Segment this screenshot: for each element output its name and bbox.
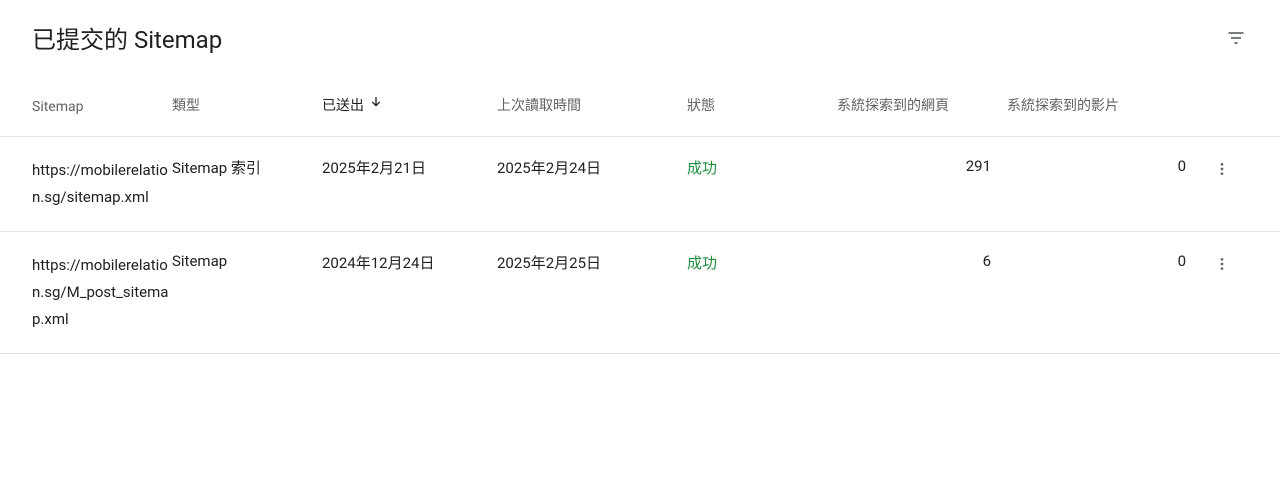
cell-sitemap: https://mobilerelation.sg/M_post_sitemap… bbox=[32, 252, 172, 333]
table-header: Sitemap 類型 已送出 上次讀取時間 狀態 系統探索到的網頁 系統探索到的… bbox=[0, 79, 1280, 137]
column-header-videos[interactable]: 系統探索到的影片 bbox=[1007, 95, 1202, 120]
cell-videos: 0 bbox=[1007, 157, 1202, 175]
cell-sitemap: https://mobilerelation.sg/sitemap.xml bbox=[32, 157, 172, 211]
page-header: 已提交的 Sitemap bbox=[0, 0, 1280, 79]
column-header-status[interactable]: 狀態 bbox=[687, 95, 837, 120]
column-header-type[interactable]: 類型 bbox=[172, 95, 322, 120]
cell-type: Sitemap bbox=[172, 252, 322, 270]
cell-type: Sitemap 索引 bbox=[172, 157, 322, 178]
cell-status: 成功 bbox=[687, 252, 837, 273]
column-header-sitemap[interactable]: Sitemap bbox=[32, 95, 172, 120]
cell-videos: 0 bbox=[1007, 252, 1202, 270]
cell-lastread: 2025年2月25日 bbox=[497, 252, 687, 273]
filter-icon[interactable] bbox=[1224, 26, 1248, 50]
more-actions-icon[interactable] bbox=[1210, 157, 1234, 185]
column-header-submitted[interactable]: 已送出 bbox=[322, 95, 497, 120]
table-row[interactable]: https://mobilerelation.sg/M_post_sitemap… bbox=[0, 232, 1280, 354]
cell-submitted: 2025年2月21日 bbox=[322, 157, 497, 178]
sort-arrow-down-icon bbox=[368, 95, 384, 115]
column-header-lastread[interactable]: 上次讀取時間 bbox=[497, 95, 687, 120]
cell-pages: 6 bbox=[837, 252, 1007, 270]
page-title: 已提交的 Sitemap bbox=[32, 20, 222, 55]
cell-submitted: 2024年12月24日 bbox=[322, 252, 497, 273]
cell-pages: 291 bbox=[837, 157, 1007, 175]
column-header-submitted-label: 已送出 bbox=[322, 95, 364, 115]
column-header-actions bbox=[1202, 95, 1242, 120]
more-actions-icon[interactable] bbox=[1210, 252, 1234, 280]
sitemap-table: Sitemap 類型 已送出 上次讀取時間 狀態 系統探索到的網頁 系統探索到的… bbox=[0, 79, 1280, 354]
table-row[interactable]: https://mobilerelation.sg/sitemap.xml Si… bbox=[0, 137, 1280, 232]
cell-lastread: 2025年2月24日 bbox=[497, 157, 687, 178]
cell-status: 成功 bbox=[687, 157, 837, 178]
column-header-pages[interactable]: 系統探索到的網頁 bbox=[837, 95, 1007, 120]
